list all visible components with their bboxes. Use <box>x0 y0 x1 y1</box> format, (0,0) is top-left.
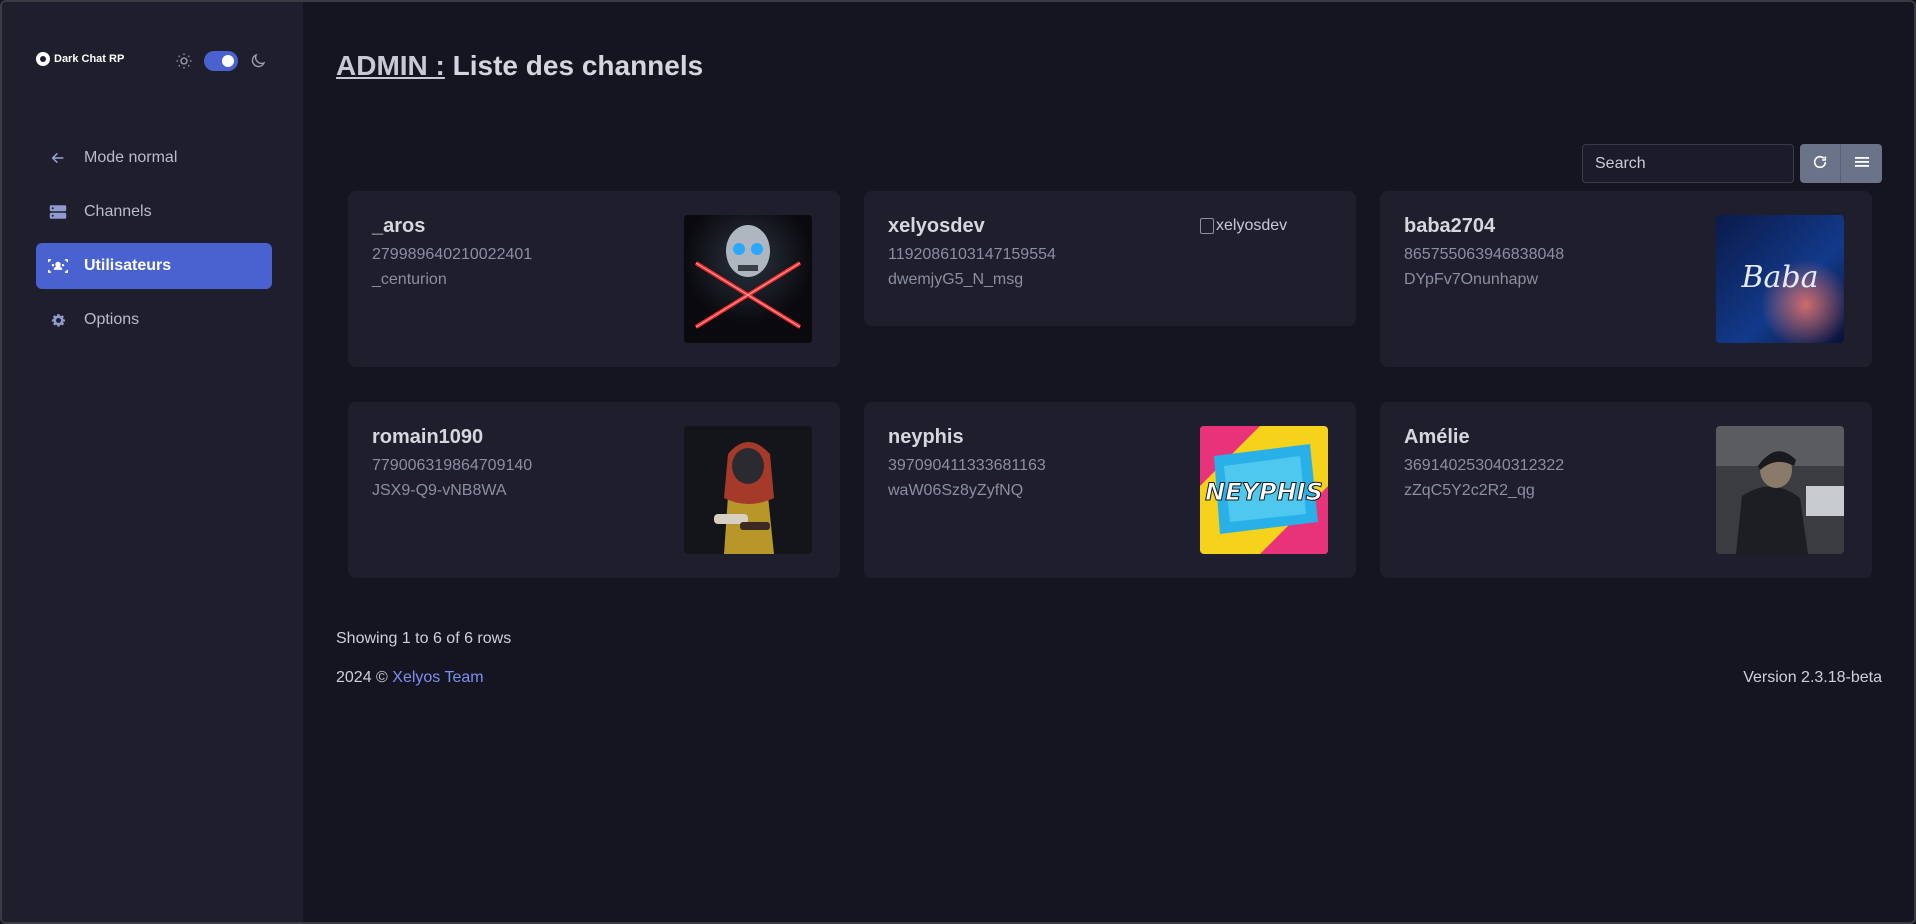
neyphis-logo-text: NEYPHIS <box>1205 478 1323 506</box>
user-card[interactable]: Amélie 369140253040312322 zZqC5Y2c2R2_qg <box>1380 402 1872 578</box>
user-card[interactable]: _aros 279989640210022401 _centurion <box>348 191 840 367</box>
broken-image-icon <box>1200 218 1214 234</box>
list-icon <box>1854 156 1869 171</box>
sidebar-item-mode-normal[interactable]: Mode normal <box>36 135 272 181</box>
sidebar-item-label: Utilisateurs <box>84 257 172 274</box>
theme-switch <box>174 51 268 71</box>
user-card[interactable]: romain1090 779006319864709140 JSX9-Q9-vN… <box>348 402 840 578</box>
sidebar: Dark Chat RP Mode normal Channels Utilis… <box>2 2 303 922</box>
toggle-view-button[interactable] <box>1841 144 1882 183</box>
user-handle: dwemjyG5_N_msg <box>888 271 1024 288</box>
broken-avatar: xelyosdev <box>1200 217 1287 235</box>
users-icon <box>48 256 68 276</box>
brand[interactable]: Dark Chat RP <box>36 52 124 66</box>
user-id: 1192086103147159554 <box>888 246 1056 263</box>
avatar: Baba <box>1716 215 1844 343</box>
avatar <box>684 215 812 343</box>
avatar: NEYPHIS <box>1200 426 1328 554</box>
sidebar-item-label: Options <box>84 311 140 328</box>
toolbar-button-group <box>1800 144 1882 183</box>
gear-icon <box>48 310 68 330</box>
sidebar-item-label: Channels <box>84 203 152 220</box>
search-input[interactable] <box>1582 144 1794 183</box>
page-title-text: Liste des channels <box>452 50 704 81</box>
pagination-info: Showing 1 to 6 of 6 rows <box>336 630 512 647</box>
app-window: Dark Chat RP Mode normal Channels Utilis… <box>0 0 1916 924</box>
avatar <box>684 426 812 554</box>
refresh-button[interactable] <box>1800 144 1841 183</box>
sidebar-item-channels[interactable]: Channels <box>36 189 272 235</box>
brand-name: Dark Chat RP <box>54 53 125 65</box>
table-toolbar <box>1582 144 1882 183</box>
user-card-grid: _aros 279989640210022401 _centurion xely… <box>348 191 1872 578</box>
server-icon <box>48 202 68 222</box>
page-title: ADMIN : Liste des channels <box>336 50 703 82</box>
user-card[interactable]: xelyosdev 1192086103147159554 dwemjyG5_N… <box>864 191 1356 326</box>
avatar-alt-text: xelyosdev <box>1216 217 1288 234</box>
refresh-icon <box>1812 154 1828 173</box>
avatar <box>1716 426 1844 554</box>
version-label: Version 2.3.18-beta <box>1743 669 1882 686</box>
theme-toggle[interactable] <box>204 51 238 71</box>
admin-link[interactable]: ADMIN : <box>336 50 445 81</box>
brand-logo-icon <box>36 52 50 66</box>
main-content: ADMIN : Liste des channels Search _aros … <box>303 2 1914 922</box>
team-link[interactable]: Xelyos Team <box>392 669 483 686</box>
toggle-knob <box>222 55 234 67</box>
user-card[interactable]: neyphis 397090411333681163 waW06Sz8yZyfN… <box>864 402 1356 578</box>
moon-icon <box>248 51 268 71</box>
sidebar-item-options[interactable]: Options <box>36 297 272 343</box>
copyright-prefix: 2024 © <box>336 669 393 686</box>
sidebar-nav: Mode normal Channels Utilisateurs Option… <box>36 135 272 351</box>
sidebar-item-label: Mode normal <box>84 149 178 166</box>
copyright: 2024 © Xelyos Team <box>336 669 484 687</box>
arrow-left-icon <box>48 148 68 168</box>
user-card[interactable]: baba2704 865755063946838048 DYpFv7Onunha… <box>1380 191 1872 367</box>
sun-icon <box>174 51 194 71</box>
baba-text: Baba <box>1740 260 1818 295</box>
sidebar-item-utilisateurs[interactable]: Utilisateurs <box>36 243 272 289</box>
